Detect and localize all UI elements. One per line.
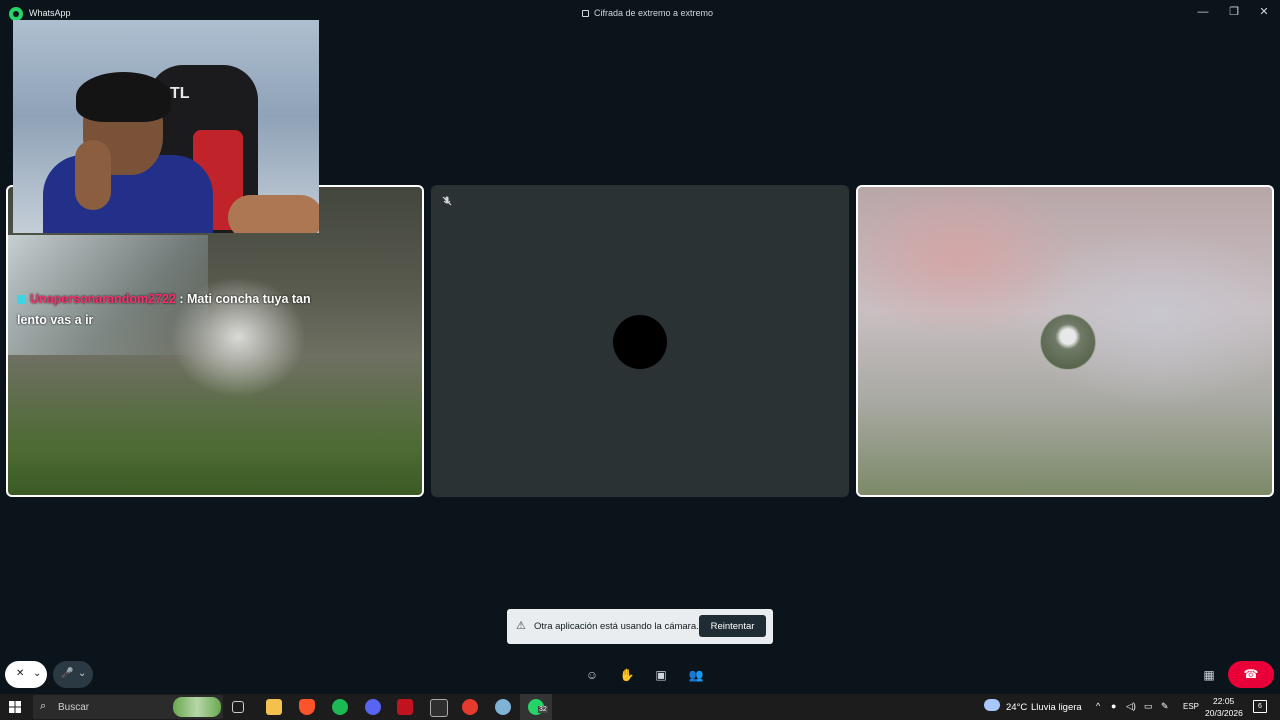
retry-button[interactable]: Reintentar (699, 615, 766, 637)
layout-button[interactable]: ▦ (1200, 666, 1218, 684)
participant-tile-video[interactable] (856, 185, 1274, 497)
taskbar-search-box[interactable]: ⌕ Buscar (33, 695, 223, 719)
speaker-icon[interactable]: ◁) (1126, 701, 1136, 712)
share-screen-button[interactable]: ▣ (652, 666, 670, 684)
windows-start-icon[interactable] (9, 701, 21, 713)
file-explorer-icon[interactable] (266, 699, 282, 715)
chevron-up-icon[interactable]: ^ (1096, 701, 1100, 711)
video-person-arm (75, 140, 111, 210)
obs-studio-icon[interactable] (462, 699, 478, 715)
minimize-button[interactable]: — (1192, 3, 1214, 21)
stream-chat-message: Unapersonarandom2722 : Mati concha tuya … (17, 289, 317, 331)
whatsapp-logo-icon (9, 7, 23, 21)
raise-hand-button[interactable]: ✋ (618, 666, 636, 684)
close-button[interactable]: ✕ (1253, 3, 1275, 21)
clock-time[interactable]: 22:05 (1213, 696, 1234, 706)
mic-off-icon (441, 195, 453, 207)
discord-icon[interactable] (365, 699, 381, 715)
microphone-icon: 🎤 (61, 668, 74, 679)
warning-icon: ⚠ (516, 620, 526, 632)
camera-off-icon: ✕ (16, 668, 25, 679)
lock-icon (582, 10, 589, 17)
video-person-leg (228, 195, 319, 233)
self-view-video[interactable]: TL (13, 20, 319, 233)
encryption-notice: Cifrada de extremo a extremo (582, 8, 713, 18)
microphone-toggle-button[interactable]: 🎤 ⌄ (53, 661, 93, 688)
search-highlight-art (173, 697, 221, 717)
task-view-icon[interactable] (232, 701, 244, 713)
emoji-reaction-button[interactable]: ☺ (583, 666, 601, 684)
language-indicator[interactable]: ESP (1183, 702, 1199, 711)
chat-badge-icon (17, 295, 26, 304)
capcut-icon[interactable] (495, 699, 511, 715)
microphone-tray-icon[interactable]: ● (1111, 701, 1116, 711)
spotify-icon[interactable] (332, 699, 348, 715)
whatsapp-unread-badge: 32 (538, 706, 548, 713)
participant-tile-muted[interactable] (431, 185, 849, 497)
chat-separator: : (175, 292, 187, 306)
participant-avatar (1040, 314, 1096, 370)
network-icon[interactable]: ▭ (1144, 701, 1153, 712)
weather-temperature[interactable]: 24°C (1006, 702, 1027, 713)
search-placeholder: Buscar (58, 702, 90, 713)
video-chair-logo: TL (170, 85, 190, 102)
camera-in-use-toast: ⚠ Otra aplicación está usando la cámara.… (507, 609, 773, 644)
participants-button[interactable]: 👥 (687, 666, 705, 684)
pen-icon[interactable]: ✎ (1161, 701, 1169, 712)
end-call-button[interactable]: ☎ (1228, 661, 1274, 688)
chevron-down-icon: ⌄ (33, 668, 42, 679)
participant-avatar (613, 315, 667, 369)
notification-center-icon[interactable]: 6 (1253, 700, 1267, 713)
search-icon: ⌕ (40, 700, 47, 712)
video-person-hair (76, 72, 171, 122)
windows-taskbar: ⌕ Buscar 32 24°C Lluvia ligera ^ ● ◁) ▭ … (0, 694, 1280, 720)
chevron-down-icon: ⌄ (78, 668, 87, 679)
restore-button[interactable]: ❐ (1223, 3, 1245, 21)
brave-browser-icon[interactable] (299, 699, 315, 715)
encryption-label: Cifrada de extremo a extremo (594, 8, 714, 18)
clock-date[interactable]: 20/3/2026 (1205, 708, 1243, 718)
voicemeeter-icon[interactable] (397, 699, 413, 715)
toast-message: Otra aplicación está usando la cámara. (534, 621, 699, 632)
weather-condition[interactable]: Lluvia ligera (1031, 702, 1082, 713)
bm-app-icon[interactable] (430, 699, 448, 717)
app-title: WhatsApp (29, 8, 71, 18)
camera-toggle-button[interactable]: ✕ ⌄ (5, 661, 47, 688)
chat-username: Unapersonarandom2722 (30, 292, 176, 306)
weather-icon[interactable] (984, 699, 1000, 711)
